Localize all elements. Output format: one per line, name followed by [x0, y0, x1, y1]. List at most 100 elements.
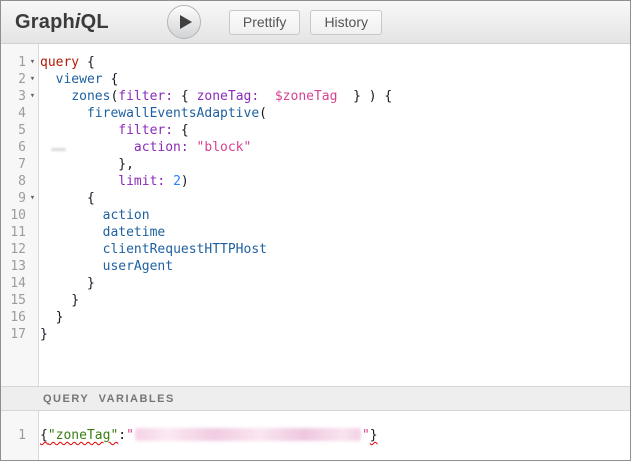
- code-token: userAgent: [103, 259, 173, 274]
- code-token: {: [173, 89, 196, 104]
- code-line-source: }: [39, 275, 95, 292]
- code-token: }: [40, 293, 79, 308]
- code-line[interactable]: 16 }: [1, 309, 630, 326]
- fold-gutter: [26, 156, 39, 173]
- line-number: 17: [1, 326, 26, 343]
- execute-query-button[interactable]: [167, 5, 201, 39]
- code-token: }: [370, 428, 378, 443]
- code-token: zoneTag:: [197, 89, 260, 104]
- code-token: }: [40, 310, 63, 325]
- code-line-source: viewer {: [39, 71, 118, 88]
- variables-line[interactable]: 1 {"zoneTag":""}: [1, 427, 630, 444]
- code-line-source: userAgent: [39, 258, 173, 275]
- code-token: [40, 123, 118, 138]
- code-token: (: [259, 106, 267, 121]
- code-line[interactable]: 15 }: [1, 292, 630, 309]
- code-token: zones: [71, 89, 110, 104]
- code-line-source: },: [39, 156, 134, 173]
- variables-line-source: {"zoneTag":""}: [39, 427, 378, 444]
- code-line-source: query {: [39, 54, 95, 71]
- code-line[interactable]: 5 filter: {: [1, 122, 630, 139]
- code-line[interactable]: 6 action: "block": [1, 139, 630, 156]
- prettify-button[interactable]: Prettify: [229, 10, 301, 35]
- code-line-source: clientRequestHTTPHost: [39, 241, 267, 258]
- logo-text: Graph: [15, 11, 75, 33]
- code-token: [40, 208, 103, 223]
- code-token: {: [79, 55, 95, 70]
- code-line[interactable]: 13 userAgent: [1, 258, 630, 275]
- graphiql-app: GraphiQL Prettify History 1▾query {2▾ vi…: [0, 0, 631, 461]
- line-number: 6: [1, 139, 26, 156]
- fold-arrow-icon[interactable]: ▾: [26, 190, 39, 207]
- fold-arrow-icon[interactable]: ▾: [26, 88, 39, 105]
- code-token: filter:: [118, 89, 173, 104]
- variables-editor[interactable]: 1 {"zoneTag":""}: [1, 411, 630, 460]
- code-line[interactable]: 9▾ {: [1, 190, 630, 207]
- fold-arrow-icon[interactable]: ▾: [26, 71, 39, 88]
- line-number: 13: [1, 258, 26, 275]
- code-line[interactable]: 14 }: [1, 275, 630, 292]
- line-number: 4: [1, 105, 26, 122]
- code-token: 2: [173, 174, 181, 189]
- code-token: "block": [197, 140, 252, 155]
- code-token: ": [126, 428, 134, 443]
- line-number: 9: [1, 190, 26, 207]
- code-token: {: [103, 72, 119, 87]
- fold-gutter: [26, 105, 39, 122]
- code-token: ): [181, 174, 189, 189]
- code-token: [40, 242, 103, 257]
- history-button[interactable]: History: [310, 10, 382, 35]
- code-token: filter:: [118, 123, 173, 138]
- code-line[interactable]: 7 },: [1, 156, 630, 173]
- code-line[interactable]: 17}: [1, 326, 630, 343]
- line-number: 1: [1, 427, 26, 444]
- fold-gutter: [26, 173, 39, 190]
- line-number: 16: [1, 309, 26, 326]
- line-number: 3: [1, 88, 26, 105]
- fold-gutter: [26, 309, 39, 326]
- code-token: {: [40, 191, 95, 206]
- fold-gutter: [26, 292, 39, 309]
- code-token: }: [40, 327, 48, 342]
- code-token: query: [40, 55, 79, 70]
- code-token: {: [173, 123, 189, 138]
- code-token: [189, 140, 197, 155]
- fold-gutter: [26, 258, 39, 275]
- code-token: [40, 225, 103, 240]
- code-token: }: [40, 276, 95, 291]
- line-number: 15: [1, 292, 26, 309]
- line-number: 7: [1, 156, 26, 173]
- code-token: $zoneTag: [275, 89, 338, 104]
- code-token: :: [118, 428, 126, 443]
- code-line[interactable]: 2▾ viewer {: [1, 71, 630, 88]
- line-number: 1: [1, 54, 26, 71]
- code-line-source: }: [39, 309, 63, 326]
- code-token: [165, 174, 173, 189]
- code-line[interactable]: 8 limit: 2): [1, 173, 630, 190]
- code-line[interactable]: 12 clientRequestHTTPHost: [1, 241, 630, 258]
- query-editor[interactable]: 1▾query {2▾ viewer {3▾ zones(filter: { z…: [1, 44, 630, 386]
- code-token: clientRequestHTTPHost: [103, 242, 267, 257]
- fold-arrow-icon[interactable]: ▾: [26, 54, 39, 71]
- code-token: action: [103, 208, 150, 223]
- code-token: [40, 89, 71, 104]
- code-line[interactable]: 1▾query {: [1, 54, 630, 71]
- fold-gutter: [26, 326, 39, 343]
- code-token: } ) {: [337, 89, 392, 104]
- line-number: 5: [1, 122, 26, 139]
- code-line-source: filter: {: [39, 122, 189, 139]
- code-line[interactable]: 4 firewallEventsAdaptive(: [1, 105, 630, 122]
- code-line[interactable]: 11 datetime: [1, 224, 630, 241]
- line-number: 11: [1, 224, 26, 241]
- code-line[interactable]: 3▾ zones(filter: { zoneTag: $zoneTag } )…: [1, 88, 630, 105]
- line-number: 8: [1, 173, 26, 190]
- code-line[interactable]: 10 action: [1, 207, 630, 224]
- query-variables-header[interactable]: QUERY VARIABLES: [1, 386, 630, 411]
- logo-text: QL: [81, 11, 109, 33]
- line-number: 10: [1, 207, 26, 224]
- code-token: [40, 72, 56, 87]
- code-token: {: [40, 428, 48, 443]
- play-icon: [180, 15, 192, 29]
- code-line-source: }: [39, 292, 79, 309]
- fold-gutter: [26, 207, 39, 224]
